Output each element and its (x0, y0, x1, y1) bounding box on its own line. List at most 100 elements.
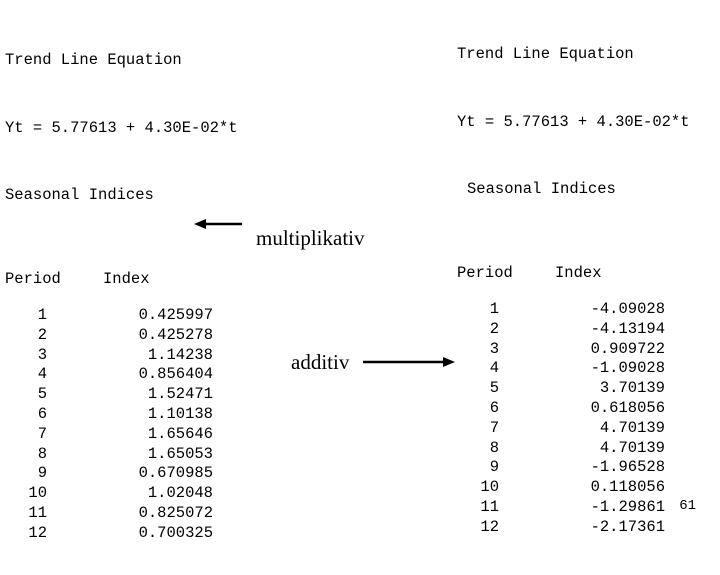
right-cell-index: -1.09028 (590, 359, 665, 378)
table-row: 3 0.909722 (457, 340, 665, 360)
table-row: 8 4.70139 (457, 439, 665, 459)
table-row: 11 0.825072 (5, 504, 213, 524)
right-cell-period: 10 (480, 478, 499, 497)
right-trend-line-equation-title: Trend Line Equation (457, 45, 634, 63)
left-cell-index: 1.65053 (147, 444, 213, 463)
left-trend-line-equation-title: Trend Line Equation (5, 51, 182, 69)
table-row: 7 1.65646 (5, 425, 213, 445)
left-spacer-cell-a (5, 288, 103, 306)
right-spacer-cell-a (457, 282, 555, 300)
left-cell-index: 1.10138 (147, 404, 213, 423)
right-trend-line-equation: Yt = 5.77613 + 4.30E-02*t (457, 112, 690, 131)
left-trend-line-equation: Yt = 5.77613 + 4.30E-02*t (5, 118, 238, 137)
right-table-header-row: Period Index (457, 265, 665, 282)
left-cell-period: 3 (37, 345, 47, 364)
table-row: 9 0.670985 (5, 464, 213, 484)
right-cell-index: 4.70139 (599, 438, 665, 457)
table-row: 2 -4.13194 (457, 320, 665, 340)
right-cell-period: 2 (489, 319, 499, 338)
left-cell-period: 10 (28, 484, 47, 503)
left-cell-period: 11 (28, 503, 47, 522)
left-cell-period: 1 (37, 306, 47, 324)
table-row: 7 4.70139 (457, 419, 665, 439)
table-row: 10 0.118056 (457, 478, 665, 498)
table-row: 2 0.425278 (5, 326, 213, 346)
left-cell-period: 12 (28, 523, 47, 542)
left-cell-period: 9 (37, 464, 47, 483)
slide-canvas: Trend Line Equation Yt = 5.77613 + 4.30E… (0, 0, 720, 541)
right-seasonal-indices-table: Period Index 1 -4.09028 2 -4.13194 3 0.9… (457, 265, 665, 538)
left-cell-index: 0.670985 (138, 464, 213, 483)
table-row: 12 0.700325 (5, 524, 213, 544)
left-seasonal-indices-title: Seasonal Indices (5, 186, 154, 204)
right-cell-period: 4 (489, 359, 499, 378)
table-row: 1 0.425997 (5, 306, 213, 326)
right-table-body: 1 -4.09028 2 -4.13194 3 0.909722 4 -1.09… (457, 300, 665, 538)
right-seasonal-indices-title: Seasonal Indices (467, 180, 616, 198)
left-cell-index: 0.425278 (138, 325, 213, 344)
multiplicative-output-block: Trend Line Equation Yt = 5.77613 + 4.30E… (5, 22, 238, 575)
left-table-body: 1 0.425997 2 0.425278 3 1.14238 4 0.8564… (5, 306, 213, 544)
left-cell-index: 0.425997 (138, 306, 213, 324)
arrow-left-icon (194, 216, 244, 237)
left-cell-index: 0.856404 (138, 365, 213, 384)
left-table-header-row: Period Index (5, 271, 213, 288)
right-cell-index: -2.17361 (590, 517, 665, 536)
table-row: 9 -1.96528 (457, 458, 665, 478)
right-cell-index: -4.09028 (590, 300, 665, 318)
table-row: 11 -1.29861 (457, 498, 665, 518)
right-cell-index: -1.96528 (590, 458, 665, 477)
right-cell-index: 3.70139 (599, 379, 665, 398)
left-cell-index: 1.65646 (147, 424, 213, 443)
left-cell-period: 6 (37, 404, 47, 423)
left-table-spacer-row (5, 288, 213, 306)
left-cell-period: 5 (37, 385, 47, 404)
page-number: 61 (679, 498, 696, 514)
table-row: 1 -4.09028 (457, 300, 665, 320)
right-column-header-period: Period (457, 264, 513, 282)
table-row: 4 -1.09028 (457, 359, 665, 379)
table-row: 6 1.10138 (5, 405, 213, 425)
left-cell-period: 8 (37, 444, 47, 463)
right-cell-period: 1 (489, 300, 499, 318)
left-column-header-index: Index (103, 270, 150, 288)
right-spacer-cell-b (555, 282, 665, 300)
right-cell-period: 11 (480, 497, 499, 516)
left-cell-index: 1.14238 (147, 345, 213, 364)
left-cell-index: 1.02048 (147, 484, 213, 503)
left-column-header-period: Period (5, 270, 61, 288)
left-cell-period: 2 (37, 325, 47, 344)
right-cell-period: 5 (489, 379, 499, 398)
right-cell-index: 0.618056 (590, 398, 665, 417)
annotation-additiv: additiv (291, 350, 350, 374)
right-column-header-index: Index (555, 264, 602, 282)
additive-output-block: Trend Line Equation Yt = 5.77613 + 4.30E… (457, 16, 690, 569)
table-row: 12 -2.17361 (457, 518, 665, 538)
right-cell-period: 12 (480, 517, 499, 536)
right-cell-period: 7 (489, 418, 499, 437)
left-cell-index: 0.700325 (138, 523, 213, 542)
right-cell-index: 0.909722 (590, 339, 665, 358)
right-table-spacer-row (457, 282, 665, 300)
left-cell-period: 4 (37, 365, 47, 384)
table-row: 5 1.52471 (5, 385, 213, 405)
right-cell-period: 3 (489, 339, 499, 358)
right-cell-index: -4.13194 (590, 319, 665, 338)
left-cell-period: 7 (37, 424, 47, 443)
table-row: 6 0.618056 (457, 399, 665, 419)
table-row: 5 3.70139 (457, 379, 665, 399)
table-row: 8 1.65053 (5, 445, 213, 465)
right-cell-index: 4.70139 (599, 418, 665, 437)
table-row: 10 1.02048 (5, 484, 213, 504)
right-cell-index: -1.29861 (590, 497, 665, 516)
right-cell-period: 8 (489, 438, 499, 457)
left-seasonal-indices-table: Period Index 1 0.425997 2 0.425278 3 1.1… (5, 271, 213, 544)
left-spacer-cell-b (103, 288, 213, 306)
right-cell-period: 9 (489, 458, 499, 477)
left-cell-index: 1.52471 (147, 385, 213, 404)
arrow-right-icon (363, 354, 455, 375)
table-row: 4 0.856404 (5, 365, 213, 385)
table-row: 3 1.14238 (5, 346, 213, 366)
annotation-multiplikativ: multiplikativ (256, 226, 365, 250)
right-cell-period: 6 (489, 398, 499, 417)
